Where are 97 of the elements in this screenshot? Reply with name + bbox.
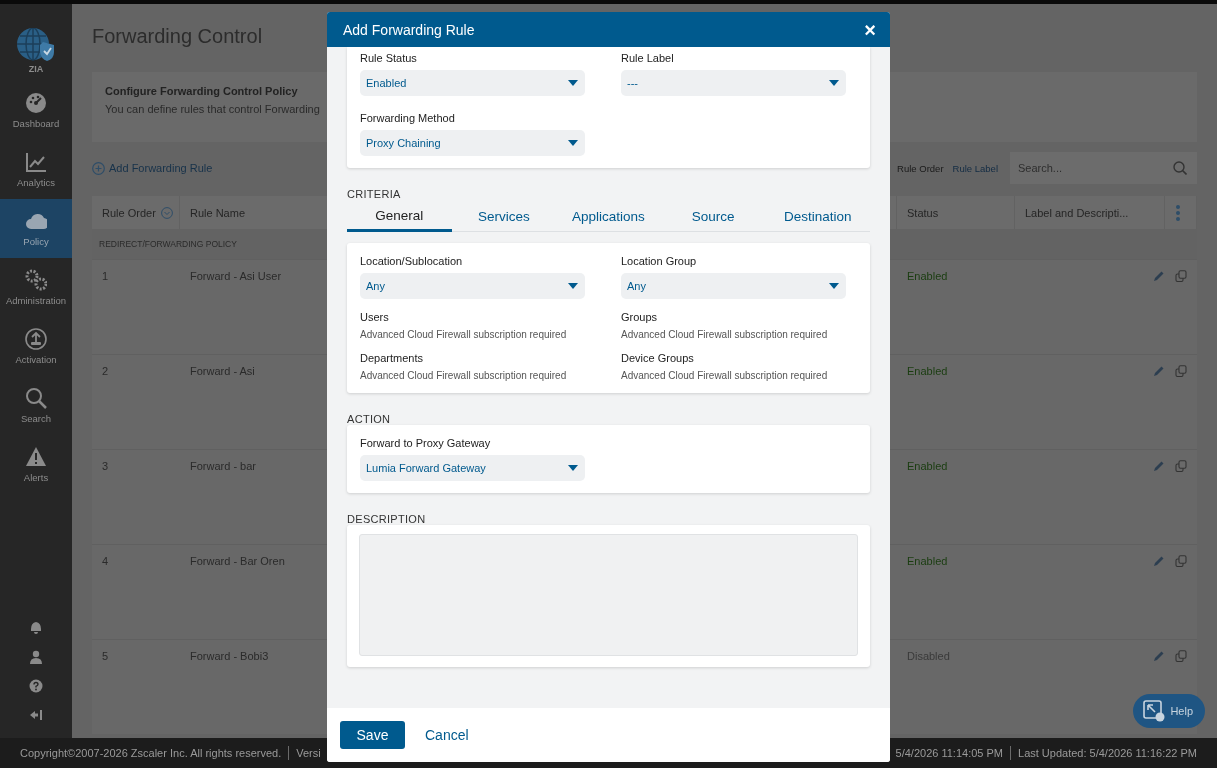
dialog-title: Add Forwarding Rule bbox=[343, 21, 475, 38]
field-label: Forward to Proxy Gateway bbox=[360, 437, 492, 449]
nav-item[interactable]: Policy bbox=[0, 199, 72, 258]
section-heading: CRITERIA bbox=[347, 188, 402, 200]
chevron-circle-icon bbox=[160, 206, 173, 219]
globe-shield-icon bbox=[16, 28, 56, 62]
field-label: Device Groups bbox=[621, 352, 695, 364]
pencil-icon bbox=[1153, 460, 1165, 472]
column-header[interactable]: Label and Descripti... bbox=[1025, 206, 1129, 219]
table-cell: 3 bbox=[102, 460, 109, 472]
table-cell: Forward - Bobi3 bbox=[190, 650, 269, 662]
status-text: Enabled bbox=[907, 460, 948, 472]
tab[interactable]: Destination bbox=[765, 201, 870, 231]
caret-down-icon bbox=[567, 282, 579, 290]
column-header[interactable]: Rule Order bbox=[102, 206, 156, 219]
nav-item[interactable]: Activation bbox=[0, 317, 72, 376]
copy-icon bbox=[1175, 555, 1187, 567]
section-heading: DESCRIPTION bbox=[347, 513, 427, 525]
page-title: Forwarding Control bbox=[92, 24, 263, 48]
table-cell: Forward - Asi bbox=[190, 365, 255, 377]
caret-down-icon bbox=[567, 139, 579, 147]
close-button[interactable]: × bbox=[864, 19, 876, 40]
gauge-icon bbox=[25, 92, 47, 114]
caret-down-icon bbox=[828, 282, 840, 290]
table-cell: Forward - bar bbox=[190, 460, 257, 472]
collapse-arrow-icon bbox=[29, 708, 43, 722]
pencil-icon bbox=[1153, 650, 1165, 662]
tab[interactable]: General bbox=[347, 201, 452, 232]
dropdown[interactable]: Any bbox=[621, 273, 846, 299]
search-icon bbox=[25, 387, 47, 409]
pencil-icon bbox=[1153, 270, 1165, 282]
sort-option[interactable]: Rule Order bbox=[897, 162, 944, 174]
field-note: Advanced Cloud Firewall subscription required bbox=[360, 329, 568, 340]
status-text: Enabled bbox=[907, 555, 948, 567]
field-label: Rule Label bbox=[621, 52, 675, 64]
table-cell: 2 bbox=[102, 365, 109, 377]
field-note: Advanced Cloud Firewall subscription required bbox=[621, 329, 829, 340]
table-cell: Forward - Bar Oren bbox=[190, 555, 285, 567]
user-icon bbox=[29, 650, 43, 664]
dropdown[interactable]: Proxy Chaining bbox=[360, 130, 585, 156]
dropdown[interactable]: Enabled bbox=[360, 70, 585, 96]
dropdown[interactable]: Lumia Forward Gateway bbox=[360, 455, 585, 481]
last-updated: Last Updated: 5/4/2026 11:16:22 PM bbox=[1018, 747, 1197, 759]
nav-item[interactable]: Alerts bbox=[0, 435, 72, 494]
help-button[interactable]: Help bbox=[1133, 694, 1205, 728]
table-cell: 5 bbox=[102, 650, 109, 662]
tab[interactable]: Source bbox=[660, 201, 766, 231]
upload-icon bbox=[25, 328, 47, 350]
nav-item[interactable]: Analytics bbox=[0, 140, 72, 199]
plus-circle-icon bbox=[92, 161, 105, 175]
copy-icon bbox=[1175, 460, 1187, 472]
description-field[interactable] bbox=[359, 534, 858, 656]
copyright-text: Copyright©2007-2026 Zscaler Inc. All rights reserved. bbox=[20, 747, 282, 759]
field-label: Groups bbox=[621, 311, 659, 323]
column-header[interactable]: Status bbox=[907, 206, 939, 219]
dropdown[interactable]: --- bbox=[621, 70, 846, 96]
field-label: Rule Status bbox=[360, 52, 418, 64]
version-text: Versi bbox=[296, 747, 321, 759]
info-title: Configure Forwarding Control Policy bbox=[105, 85, 299, 97]
nav-item[interactable]: Dashboard bbox=[0, 81, 72, 140]
nav-item[interactable]: Search bbox=[0, 376, 72, 435]
table-cell: Forward - Asi User bbox=[190, 270, 282, 282]
cancel-link[interactable]: Cancel bbox=[425, 727, 469, 743]
section-heading: ACTION bbox=[347, 413, 392, 425]
caret-down-icon bbox=[828, 79, 840, 87]
status-text: Enabled bbox=[907, 365, 948, 377]
table-cell: 4 bbox=[102, 555, 109, 567]
field-label: Departments bbox=[360, 352, 424, 364]
save-button[interactable]: Save bbox=[340, 721, 405, 749]
copy-icon bbox=[1175, 365, 1187, 377]
table-cell: 1 bbox=[102, 270, 109, 282]
column-header[interactable]: Rule Name bbox=[190, 206, 246, 219]
login-time: 5/4/2026 11:14:05 PM bbox=[895, 747, 1003, 759]
caret-down-icon bbox=[567, 79, 579, 87]
copy-icon bbox=[1175, 270, 1187, 282]
kebab-menu-icon bbox=[1175, 203, 1181, 222]
caret-down-icon bbox=[567, 464, 579, 472]
product-label: ZIA bbox=[28, 64, 44, 74]
pencil-icon bbox=[1153, 365, 1165, 377]
pencil-icon bbox=[1153, 555, 1165, 567]
search-field[interactable]: Search... bbox=[1010, 152, 1197, 184]
tab[interactable]: Services bbox=[451, 201, 557, 231]
help-icon bbox=[29, 679, 43, 693]
nav-item[interactable]: Administration bbox=[0, 258, 72, 317]
tab[interactable]: Applications bbox=[556, 201, 661, 231]
field-note: Advanced Cloud Firewall subscription required bbox=[360, 370, 568, 381]
copy-icon bbox=[1175, 650, 1187, 662]
search-icon bbox=[1173, 161, 1187, 175]
info-text: You can define rules that control Forwarding bbox=[105, 103, 320, 115]
field-label: Users bbox=[360, 311, 390, 323]
field-label: Forwarding Method bbox=[360, 112, 456, 124]
field-note: Advanced Cloud Firewall subscription required bbox=[621, 370, 829, 381]
warning-icon bbox=[25, 446, 47, 468]
line-chart-icon bbox=[25, 151, 47, 173]
dropdown[interactable]: Any bbox=[360, 273, 585, 299]
status-text: Enabled bbox=[907, 270, 948, 282]
bell-icon bbox=[29, 621, 43, 635]
